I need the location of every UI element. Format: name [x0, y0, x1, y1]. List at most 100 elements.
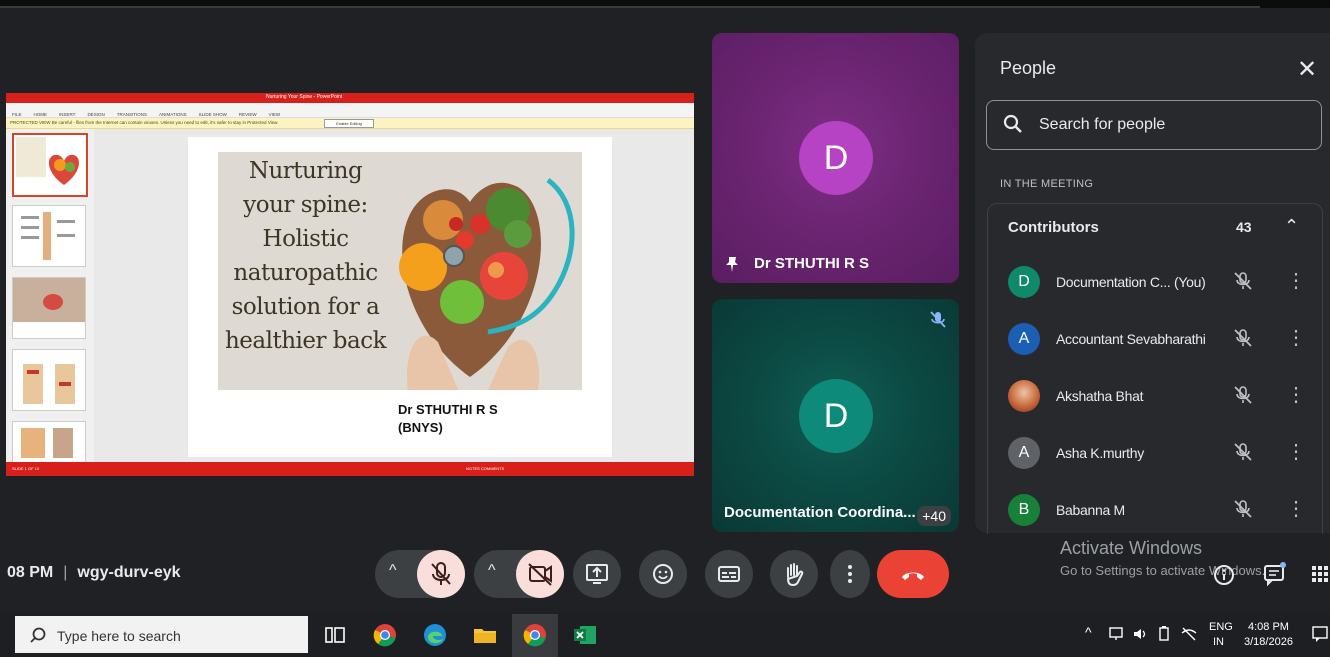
slide-thumbnail-1 [12, 133, 88, 197]
author-name: Dr STHUTHI R S [398, 402, 498, 417]
more-options-icon[interactable]: ⋮ [1286, 268, 1306, 293]
contributors-group: Contributors 43 ⌃ D Documentation C... (… [987, 203, 1323, 534]
slide-thumbnails [6, 129, 94, 476]
more-options-button[interactable] [830, 550, 870, 598]
excel-icon[interactable] [572, 622, 598, 648]
meeting-code: wgy-durv-eyk [77, 564, 181, 581]
mic-off-icon[interactable] [1232, 441, 1254, 463]
mic-off-icon[interactable] [1232, 384, 1254, 406]
battery-icon[interactable] [1156, 626, 1172, 642]
slide-count: SLIDE 1 OF 10 [12, 466, 40, 471]
ppt-titlebar: Nurturing Your Spine - PowerPoint [6, 93, 694, 103]
volume-icon[interactable] [1132, 626, 1150, 642]
slide-title-line: healthier back [224, 328, 387, 354]
participant-tile[interactable]: D Documentation Coordina... +40 [712, 299, 959, 532]
captions-button[interactable] [705, 550, 753, 598]
section-label: IN THE MEETING [1000, 178, 1094, 190]
tray-chevron-icon[interactable]: ^ [1085, 624, 1092, 640]
avatar: D [799, 121, 873, 195]
slide-canvas: Nurturing your spine: Holistic naturopat… [94, 129, 694, 462]
slide-thumbnail-4 [12, 349, 86, 411]
chrome-icon[interactable] [522, 622, 548, 648]
participant-row[interactable]: A Asha K.murthy ⋮ [988, 425, 1322, 481]
avatar-initial: D [823, 397, 849, 435]
ribbon-tab: ANIMATIONS [158, 112, 187, 117]
taskbar-search[interactable]: Type here to search [15, 616, 308, 653]
thumb-backpain-icon [13, 278, 85, 322]
raise-hand-button[interactable] [770, 550, 818, 598]
ppt-window-title: Nurturing Your Spine - PowerPoint [266, 94, 343, 100]
participant-row[interactable]: Akshatha Bhat ⋮ [988, 368, 1322, 424]
ppt-statusbar: SLIDE 1 OF 10 NOTES COMMENTS [6, 462, 694, 476]
participant-tile-pinned[interactable]: D Dr STHUTHI R S [712, 33, 959, 283]
mic-off-icon[interactable] [1232, 327, 1254, 349]
participant-row[interactable]: D Documentation C... (You) ⋮ [988, 254, 1322, 310]
more-options-icon[interactable]: ⋮ [1286, 325, 1306, 350]
ribbon-tab: VIEW [268, 112, 281, 117]
ribbon-tab: TRANSITIONS [116, 112, 147, 117]
captions-icon [718, 566, 740, 582]
avatar-photo [1008, 380, 1040, 412]
ribbon-tab: HOME [33, 112, 48, 117]
clock-date: 3/18/2026 [1244, 636, 1293, 648]
panel-title: People [1000, 58, 1057, 78]
people-panel: People ✕ IN THE MEETING Contributors 43 … [975, 33, 1330, 534]
more-participants-badge[interactable]: +40 [917, 506, 951, 526]
reactions-button[interactable] [639, 550, 687, 598]
leave-call-button[interactable] [877, 550, 949, 598]
search-icon [30, 627, 46, 643]
more-options-icon[interactable]: ⋮ [1286, 439, 1306, 464]
search-box[interactable] [986, 100, 1322, 150]
wifi-off-icon[interactable] [1180, 626, 1198, 642]
chevron-up-icon[interactable]: ⌃ [1284, 216, 1299, 237]
close-icon[interactable]: ✕ [1297, 55, 1317, 84]
group-label: Contributors [1008, 219, 1099, 236]
participant-row[interactable]: B Babanna M ⋮ [988, 482, 1322, 538]
camera-toggle-button[interactable] [516, 550, 564, 598]
mic-off-icon[interactable] [1232, 498, 1254, 520]
avatar: A [1008, 437, 1040, 469]
avatar: B [1008, 494, 1040, 526]
participant-name: Accountant Sevabharathi [1056, 331, 1206, 347]
more-options-icon[interactable]: ⋮ [1286, 496, 1306, 521]
current-slide: Nurturing your spine: Holistic naturopat… [188, 137, 612, 457]
ppt-ribbon: FILE HOME INSERT DESIGN TRANSITIONS ANIMATION… [6, 103, 694, 118]
chevron-up-icon[interactable]: ^ [389, 562, 397, 580]
search-icon [1003, 114, 1022, 133]
apps-grid-icon[interactable] [1311, 563, 1330, 585]
region-code: IN [1213, 636, 1224, 648]
shared-screen-presentation[interactable]: Nurturing Your Spine - PowerPoint FILE HO… [6, 93, 694, 476]
thumb-anatomy-icon [21, 428, 73, 458]
notification-icon[interactable] [1312, 625, 1328, 643]
author-degree: (BNYS) [398, 420, 443, 435]
search-people-input[interactable] [1037, 113, 1311, 137]
chrome-icon[interactable] [372, 622, 398, 648]
clock[interactable]: 4:08 PM 3/18/2026 [1244, 620, 1293, 650]
slide-thumbnail-3 [12, 277, 86, 339]
network-icon[interactable] [1108, 626, 1126, 642]
mic-off-icon [431, 562, 451, 585]
hangup-icon [902, 572, 924, 580]
divider: | [63, 564, 68, 581]
mic-off-icon[interactable] [1232, 270, 1254, 292]
mic-toggle-button[interactable] [417, 550, 465, 598]
participant-row[interactable]: A Accountant Sevabharathi ⋮ [988, 311, 1322, 367]
slide-title-line: Holistic [262, 226, 349, 252]
input-language[interactable]: ENG IN [1209, 620, 1233, 650]
notes-comments: NOTES COMMENTS [466, 466, 505, 471]
chat-icon[interactable] [1262, 561, 1288, 587]
present-screen-button[interactable] [573, 550, 621, 598]
protected-view-bar: PROTECTED VIEW Be careful - files from t… [6, 118, 694, 129]
info-icon[interactable] [1212, 563, 1236, 587]
ribbon-tab: INSERT [59, 112, 76, 117]
ribbon-tab: DESIGN [87, 112, 105, 117]
chevron-up-icon[interactable]: ^ [488, 562, 496, 580]
avatar-initial: D [1018, 273, 1030, 290]
meeting-time: 08 PM [7, 564, 54, 581]
taskbar-search-placeholder: Type here to search [57, 628, 181, 644]
clock-time: 4:08 PM [1247, 621, 1289, 633]
task-view-icon[interactable] [322, 622, 348, 648]
more-options-icon[interactable]: ⋮ [1286, 382, 1306, 407]
edge-icon[interactable] [422, 622, 448, 648]
file-explorer-icon[interactable] [472, 622, 498, 648]
